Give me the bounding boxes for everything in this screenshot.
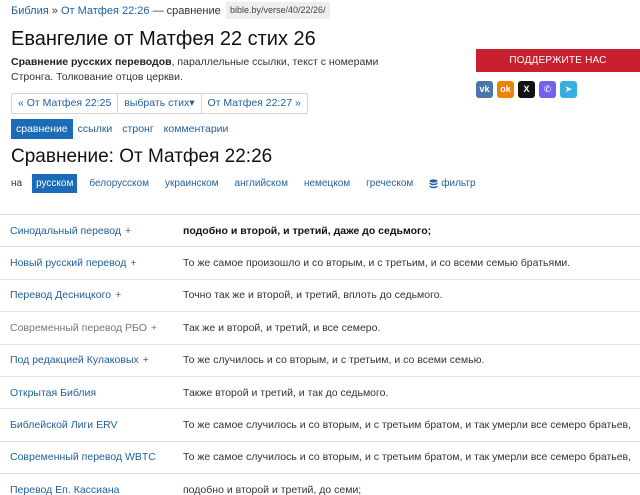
expand-plus[interactable]: + [125,225,131,237]
verse-text: То же самое произошло и со вторым, и с т… [183,257,571,270]
intro-bold: Сравнение русских переводов [11,56,172,68]
expand-plus[interactable]: + [151,322,157,334]
donate-button[interactable]: ПОДДЕРЖИТЕ НАС [476,49,640,72]
expand-plus[interactable]: + [130,257,136,269]
table-row: Под редакцией Кулаковых + То же случилось… [0,345,640,377]
filter-button[interactable]: фильтр [429,178,476,189]
breadcrumb-bible-link[interactable]: Библия [11,5,49,17]
vk-icon[interactable]: vk [476,81,493,98]
filter-label: фильтр [441,178,476,189]
tab-strong[interactable]: стронг [117,119,158,139]
telegram-icon[interactable]: ➤ [560,81,577,98]
language-selector: на русском белорусском украинском англий… [11,174,476,193]
page-title: Евангелие от Матфея 22 стих 26 [11,28,316,50]
verse-text: Также второй и третий, и так до седьмого… [183,386,389,399]
table-row: Открытая Библия Также второй и третий, и… [0,377,640,410]
verse-text: подобно и второй, и третий, даже до седь… [183,224,432,237]
verse-pager: « От Матфея 22:25 выбрать стих▾ От Матфе… [11,93,308,114]
lang-greek[interactable]: греческом [362,174,417,193]
tab-links[interactable]: ссылки [73,119,118,139]
tab-comments[interactable]: комментарии [159,119,234,139]
lang-belarusian[interactable]: белорусском [85,174,153,193]
select-verse-dropdown[interactable]: выбрать стих▾ [118,94,202,113]
table-row: Синодальный перевод + подобно и второй, и… [0,215,640,248]
translation-name[interactable]: Новый русский перевод + [0,257,183,269]
translation-name[interactable]: Перевод Десницкого + [0,289,183,301]
table-row: Библейской Лиги ERV То же самое случилос… [0,409,640,442]
translation-name[interactable]: Под редакцией Кулаковых + [0,354,183,366]
translation-name[interactable]: Перевод Еп. Кассиана [0,484,183,495]
table-row: Современный перевод WBTC То же самое слу… [0,442,640,475]
verse-text: Точно так же и второй, и третий, вплоть … [183,289,443,302]
x-icon[interactable]: X [518,81,535,98]
url-label: bible.by/verse/40/22/26/ [226,2,330,19]
view-tabs: сравнение ссылки стронг комментарии [11,119,233,139]
breadcrumb-suffix: — сравнение [152,5,221,17]
verse-text: То же самое случилось и со вторым, и с т… [183,451,632,464]
verse-text: Так же и второй, и третий, и все семеро. [183,321,381,334]
ok-icon[interactable]: ok [497,81,514,98]
expand-plus[interactable]: + [115,289,121,301]
next-verse-link[interactable]: От Матфея 22:27 » [202,94,307,113]
section-title: Сравнение: От Матфея 22:26 [11,146,273,167]
prev-verse-link[interactable]: « От Матфея 22:25 [12,94,119,113]
translations-table: Синодальный перевод + подобно и второй, и… [0,214,640,495]
translation-name[interactable]: Открытая Библия [0,387,183,399]
table-row: Перевод Десницкого + Точно так же и второ… [0,280,640,313]
viber-icon[interactable]: ✆ [539,81,556,98]
language-prefix: на [11,178,23,189]
breadcrumb-separator: » [51,5,58,17]
verse-text: То же самое случилось и со вторым, и с т… [183,419,632,432]
breadcrumb: Библия » От Матфея 22:26 — сравнение [11,5,221,17]
lang-german[interactable]: немецком [300,174,354,193]
verse-text: То же случилось и со вторым, и с третьим… [183,354,485,367]
translation-name[interactable]: Современный перевод WBTC [0,451,183,463]
filter-icon [429,178,438,188]
lang-russian[interactable]: русском [32,174,78,193]
translation-name[interactable]: Современный перевод РБО + [0,322,183,334]
page-intro: Сравнение русских переводов, параллельны… [11,55,421,85]
tab-comparison[interactable]: сравнение [11,119,73,139]
translation-name[interactable]: Синодальный перевод + [0,225,183,237]
social-share-bar: vk ok X ✆ ➤ [476,81,577,98]
expand-plus[interactable]: + [143,354,149,366]
lang-ukrainian[interactable]: украинском [161,174,223,193]
verse-text: подобно и второй и третий, до семи; [183,483,362,495]
lang-english[interactable]: английском [231,174,292,193]
breadcrumb-verse-link[interactable]: От Матфея 22:26 [61,5,150,17]
table-row: Новый русский перевод + То же самое произ… [0,247,640,280]
table-row: Перевод Еп. Кассиана подобно и второй и … [0,474,640,495]
table-row: Современный перевод РБО + Так же и второй… [0,312,640,345]
translation-name[interactable]: Библейской Лиги ERV [0,419,183,431]
